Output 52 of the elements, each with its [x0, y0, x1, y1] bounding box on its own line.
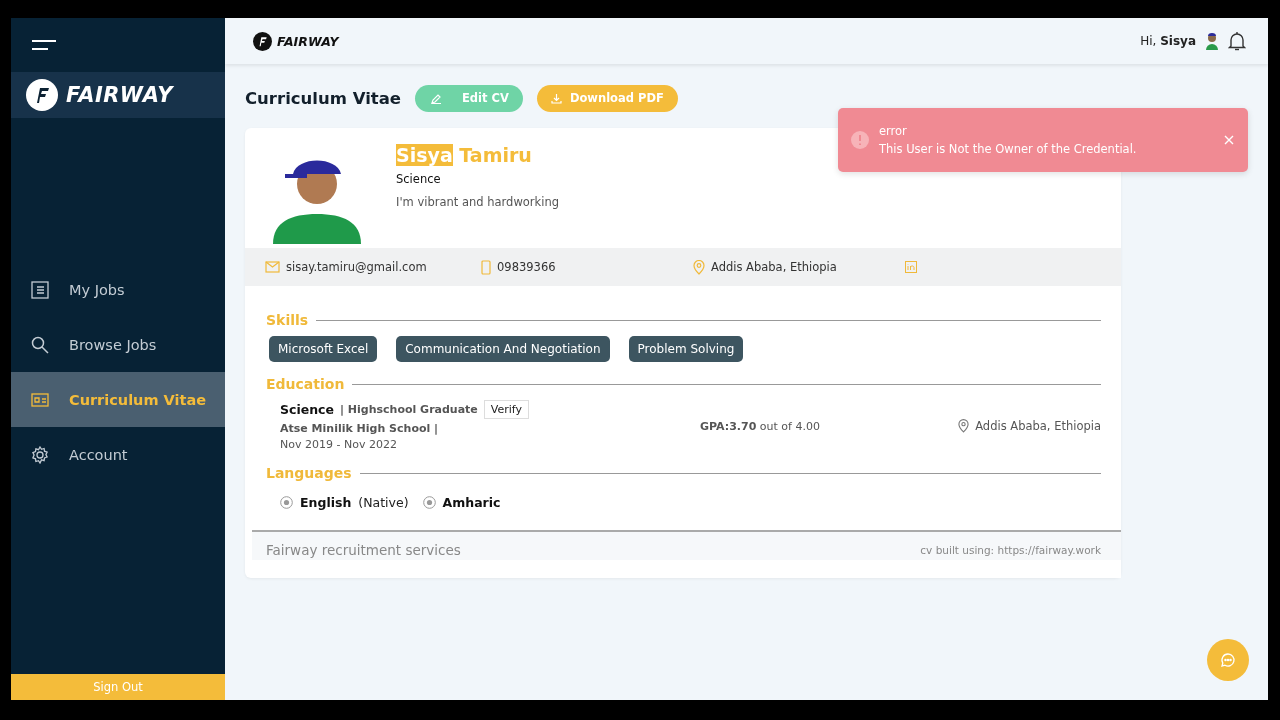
- language-name: English: [300, 495, 352, 510]
- contact-text: Addis Ababa, Ethiopia: [711, 260, 837, 274]
- footer-text: Fairway recruitment services: [266, 542, 461, 558]
- nav-item[interactable]: Curriculum Vitae: [11, 372, 225, 427]
- nav-item[interactable]: My Jobs: [11, 262, 225, 317]
- nav-item[interactable]: Account: [11, 427, 225, 482]
- radio-dot-icon: [422, 496, 436, 509]
- greeting: Hi, Sisya: [1140, 34, 1196, 48]
- logo-icon: [253, 31, 272, 51]
- location-pin-icon: [958, 419, 970, 433]
- brand-name: FAIRWAY: [277, 33, 339, 49]
- avatar-icon[interactable]: [1204, 32, 1220, 50]
- contact-text: 09839366: [497, 260, 556, 274]
- education-dates: Nov 2019 - Nov 2022: [280, 438, 398, 451]
- section-title: Skills: [266, 312, 309, 328]
- education-field: Science: [280, 402, 334, 417]
- envelope-icon: [265, 261, 280, 273]
- skill-tag: Communication And Negotiation: [396, 336, 610, 362]
- full-name: Sisya Tamiru: [396, 144, 533, 166]
- search-icon: [31, 335, 49, 354]
- education-level: | Highschool Graduate: [339, 403, 478, 416]
- phone-icon: [481, 259, 491, 275]
- gpa-text: GPA:3.70 out of 4.00: [700, 420, 820, 433]
- toast-title: error: [879, 124, 908, 138]
- school-name: Atse Minilik High School |: [280, 422, 440, 435]
- section-title: Languages: [266, 465, 352, 481]
- alert-icon: [851, 131, 869, 149]
- page-title: Curriculum Vitae: [245, 88, 401, 108]
- nav-item[interactable]: Browse Jobs: [11, 317, 225, 372]
- education-location: Addis Ababa, Ethiopia: [975, 419, 1101, 433]
- section-title: Education: [266, 376, 345, 392]
- radio-dot-icon: [280, 496, 293, 509]
- skill-tag: Microsoft Excel: [269, 336, 378, 362]
- verify-button[interactable]: Verify: [483, 400, 530, 419]
- list-icon: [31, 280, 49, 299]
- language-name: Amharic: [442, 495, 501, 510]
- chat-bubble-icon: [1220, 652, 1236, 668]
- logo-icon: [26, 79, 58, 111]
- location-pin-icon: [693, 259, 705, 275]
- toast-message: This User is Not the Owner of the Credential.: [879, 142, 1138, 156]
- menu-icon[interactable]: [31, 39, 57, 51]
- language-level: (Native): [358, 495, 409, 510]
- brand-name: FAIRWAY: [66, 83, 173, 107]
- download-icon: [550, 92, 562, 104]
- id-card-icon: [31, 392, 49, 407]
- contact-text: sisay.tamiru@gmail.com: [286, 260, 427, 274]
- bell-icon[interactable]: [1228, 31, 1246, 51]
- settings-icon: [31, 445, 49, 464]
- pencil-icon: [431, 92, 442, 104]
- skill-tag: Problem Solving: [628, 336, 744, 362]
- bio-text: I'm vibrant and hardworking: [396, 195, 559, 209]
- field-of-study: Science: [396, 172, 442, 186]
